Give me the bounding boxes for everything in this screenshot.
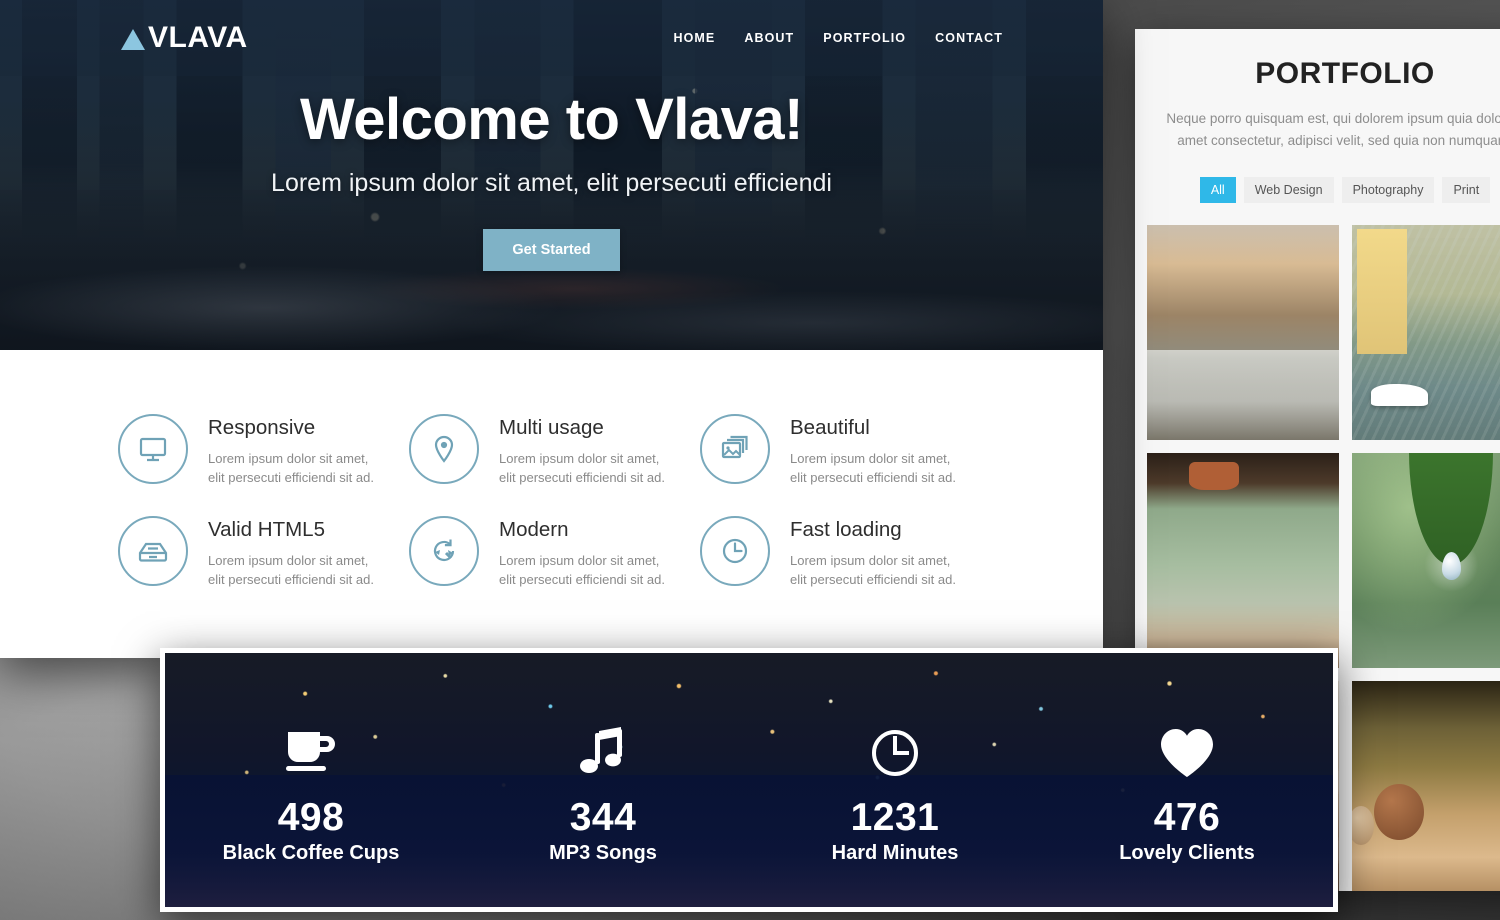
feature-text: Lorem ipsum dolor sit amet, elit persecu…: [790, 451, 956, 485]
monitor-icon: [118, 414, 188, 484]
counter-mp3-songs: 344 MP3 Songs: [457, 722, 749, 865]
hero-content: Welcome to Vlava! Lorem ipsum dolor sit …: [0, 86, 1103, 271]
portfolio-item-green-leaf-droplet-photo[interactable]: [1351, 453, 1500, 669]
counter-number: 476: [1153, 795, 1221, 839]
feature-text: Lorem ipsum dolor sit amet, elit persecu…: [208, 451, 374, 485]
feature-text: Lorem ipsum dolor sit amet, elit persecu…: [499, 552, 665, 587]
portfolio-header: PORTFOLIO Neque porro quisquam est, qui …: [1135, 29, 1500, 204]
feature-multi-usage: Multi usage Lorem ipsum dolor sit amet, …: [409, 414, 700, 488]
nav-link-contact[interactable]: CONTACT: [935, 31, 1003, 45]
counter-label: MP3 Songs: [549, 841, 657, 864]
clock-icon: [749, 722, 1041, 784]
images-icon: [700, 414, 770, 484]
portfolio-item-canal-boats-photo[interactable]: [1351, 225, 1500, 441]
refresh-icon: [409, 515, 479, 586]
portfolio-item-winter-field-photo[interactable]: [1147, 225, 1339, 441]
hero-title: Welcome to Vlava!: [300, 87, 803, 152]
site-logo[interactable]: VLAVA: [121, 21, 248, 55]
nav-item-home[interactable]: HOME: [673, 29, 715, 47]
feature-title: Modern: [499, 517, 569, 541]
portfolio-filter-photography[interactable]: Photography: [1341, 177, 1435, 204]
feature-body: Modern Lorem ipsum dolor sit amet, elit …: [499, 516, 674, 590]
counter-number: 498: [277, 795, 345, 839]
counter-label: Hard Minutes: [831, 841, 959, 864]
counter-hard-minutes: 1231 Hard Minutes: [749, 722, 1041, 865]
nav-item-contact[interactable]: CONTACT: [935, 29, 1003, 47]
music-note-icon: [457, 722, 749, 784]
feature-title: Valid HTML5: [208, 517, 325, 541]
portfolio-title: PORTFOLIO: [1255, 57, 1435, 90]
triangle-logo-icon: [121, 28, 145, 50]
feature-body: Responsive Lorem ipsum dolor sit amet, e…: [208, 414, 383, 488]
feature-title: Multi usage: [499, 416, 604, 439]
feature-beautiful: Beautiful Lorem ipsum dolor sit amet, el…: [700, 414, 991, 488]
feature-title: Fast loading: [790, 517, 902, 541]
portfolio-description: Neque porro quisquam est, qui dolorem ip…: [1166, 111, 1500, 148]
feature-body: Multi usage Lorem ipsum dolor sit amet, …: [499, 414, 674, 488]
counter-label: Lovely Clients: [1119, 841, 1255, 864]
main-landing-page-panel: VLAVA HOME ABOUT PORTFOLIO CONTACT Welco…: [0, 0, 1103, 658]
counter-number: 1231: [850, 795, 940, 839]
feature-valid-html5: Valid HTML5 Lorem ipsum dolor sit amet, …: [118, 515, 409, 590]
feature-modern: Modern Lorem ipsum dolor sit amet, elit …: [409, 515, 700, 590]
counters-row: 498 Black Coffee Cups 344 MP3 Songs 1231…: [165, 653, 1333, 907]
counter-label: Black Coffee Cups: [222, 841, 400, 864]
nav-item-portfolio[interactable]: PORTFOLIO: [823, 29, 906, 47]
nav-link-portfolio[interactable]: PORTFOLIO: [823, 31, 906, 45]
portfolio-filter-all[interactable]: All: [1199, 177, 1236, 204]
feature-body: Valid HTML5 Lorem ipsum dolor sit amet, …: [208, 516, 383, 590]
heart-icon: [1041, 722, 1333, 784]
feature-text: Lorem ipsum dolor sit amet, elit persecu…: [790, 552, 956, 587]
features-grid: Responsive Lorem ipsum dolor sit amet, e…: [0, 414, 1103, 589]
map-pin-icon: [409, 414, 479, 484]
features-section: Responsive Lorem ipsum dolor sit amet, e…: [0, 350, 1103, 658]
counters-page-panel: 498 Black Coffee Cups 344 MP3 Songs 1231…: [160, 648, 1338, 912]
feature-body: Beautiful Lorem ipsum dolor sit amet, el…: [790, 414, 965, 488]
get-started-button[interactable]: Get Started: [483, 229, 620, 271]
portfolio-filter-web-design[interactable]: Web Design: [1243, 177, 1334, 204]
feature-responsive: Responsive Lorem ipsum dolor sit amet, e…: [118, 414, 409, 488]
feature-title: Responsive: [208, 416, 316, 439]
portfolio-filter-bar: All Web Design Photography Print: [1135, 177, 1500, 204]
coffee-cup-icon: [165, 722, 457, 784]
feature-body: Fast loading Lorem ipsum dolor sit amet,…: [790, 516, 965, 590]
nav-links: HOME ABOUT PORTFOLIO CONTACT: [673, 29, 1003, 47]
feature-fast-loading: Fast loading Lorem ipsum dolor sit amet,…: [700, 515, 991, 590]
hero-section: VLAVA HOME ABOUT PORTFOLIO CONTACT Welco…: [0, 0, 1103, 350]
navbar: VLAVA HOME ABOUT PORTFOLIO CONTACT: [0, 0, 1103, 76]
hero-subtitle: Lorem ipsum dolor sit amet, elit persecu…: [271, 169, 832, 197]
portfolio-item-garden-pots-photo[interactable]: [1147, 453, 1339, 669]
portfolio-item-wooden-seed-pod-photo[interactable]: [1351, 681, 1500, 891]
feature-text: Lorem ipsum dolor sit amet, elit persecu…: [499, 451, 665, 485]
drive-icon: [118, 515, 188, 586]
portfolio-filter-print[interactable]: Print: [1442, 177, 1491, 204]
nav-link-about[interactable]: ABOUT: [744, 31, 794, 45]
feature-title: Beautiful: [790, 416, 870, 439]
feature-text: Lorem ipsum dolor sit amet, elit persecu…: [208, 552, 374, 587]
clock-icon: [700, 515, 770, 586]
nav-link-home[interactable]: HOME: [673, 31, 715, 45]
logo-text: VLAVA: [148, 21, 248, 54]
counter-black-coffee-cups: 498 Black Coffee Cups: [165, 722, 457, 865]
nav-item-about[interactable]: ABOUT: [744, 29, 794, 47]
counter-number: 344: [569, 795, 637, 839]
counter-lovely-clients: 476 Lovely Clients: [1041, 722, 1333, 865]
